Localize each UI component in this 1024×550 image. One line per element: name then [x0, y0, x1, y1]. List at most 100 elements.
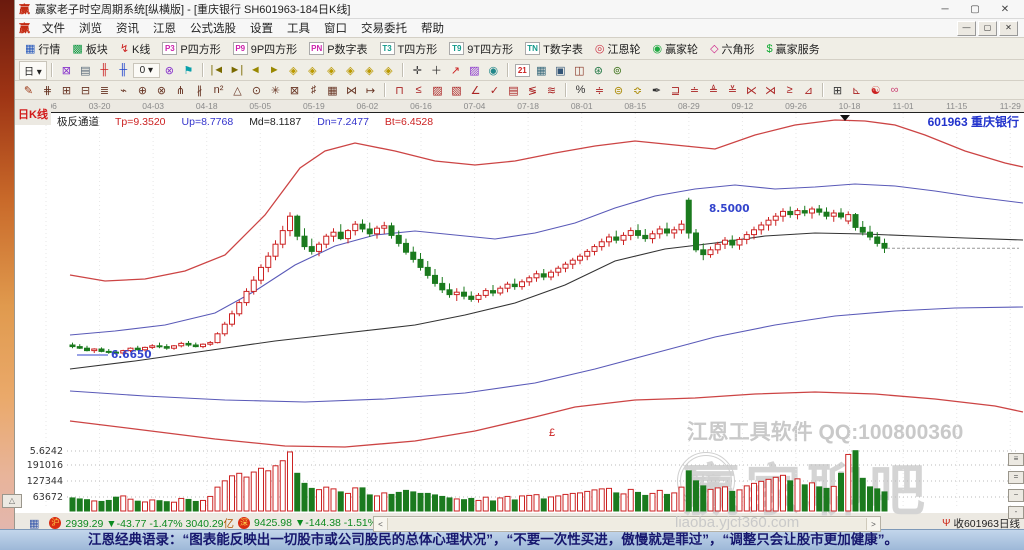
p-number-table-button[interactable]: PN P数字表	[303, 39, 373, 59]
n-square-button[interactable]: n²	[209, 83, 228, 97]
target-tool-button[interactable]: ⊙	[247, 83, 266, 98]
grid-tool-button[interactable]: ▨	[465, 63, 484, 78]
dot-line-button[interactable]: ≐	[685, 83, 704, 98]
gann-fan-lines-button[interactable]: ⋕	[38, 83, 57, 98]
t-number-table-button[interactable]: TN T数字表	[519, 39, 589, 59]
menu-item[interactable]: 浏览	[72, 20, 109, 36]
angle-mark-button[interactable]: ⊾	[847, 83, 866, 98]
parallel-tool-button[interactable]: ∦	[190, 83, 209, 98]
wave-tool-button[interactable]: ⌁	[114, 83, 133, 98]
p-square-button[interactable]: P3 P四方形	[156, 39, 226, 59]
gold-line-button[interactable]: ≎	[628, 83, 647, 98]
bowtie-tool-button[interactable]: ⋈	[342, 83, 361, 98]
infinity-button[interactable]: ∞	[885, 83, 904, 97]
mini-kline-blue-button[interactable]: ╫	[114, 63, 133, 77]
restore-view-button[interactable]: ⊠	[57, 63, 76, 78]
purple-marker-button[interactable]: ⊗	[160, 63, 179, 78]
menu-item[interactable]: 工具	[280, 20, 317, 36]
scroll-right-button[interactable]: >	[867, 520, 880, 529]
winner-service-button[interactable]: $ 赢家服务	[761, 39, 826, 59]
lessgreat-button[interactable]: ≶	[523, 83, 542, 98]
scroll-left-button[interactable]: <	[374, 520, 387, 529]
equal-angle-button[interactable]: ≚	[723, 83, 742, 98]
grid-box-1-button[interactable]: ⊞	[57, 83, 76, 98]
steps-tool-button[interactable]: ≥	[780, 83, 799, 97]
table-grid-button[interactable]: ⊞	[828, 83, 847, 98]
calculator-button[interactable]: ▦	[532, 63, 551, 78]
percent-tool-button[interactable]: %	[571, 83, 590, 97]
check-tool-button[interactable]: ✓	[485, 83, 504, 98]
pane-layout-button-4[interactable]: -	[1008, 506, 1024, 519]
spy-tool-button[interactable]: ◉	[484, 63, 503, 78]
crosshair-button[interactable]: ＋	[427, 61, 446, 79]
circle-cross-button[interactable]: ⊕	[133, 83, 152, 98]
save-disk-button[interactable]: ◫	[570, 63, 589, 78]
pane-layout-button-3[interactable]: −	[1008, 489, 1024, 502]
pen-button[interactable]: ✎	[19, 83, 38, 98]
circle-x-button[interactable]: ⊗	[152, 83, 171, 98]
grid-icon[interactable]: ▦	[29, 517, 39, 530]
box-x-tool-button[interactable]: ⊠	[285, 83, 304, 98]
band-tool-button[interactable]: ⊒	[666, 83, 685, 98]
pan-hand-button[interactable]: ✛	[408, 63, 427, 78]
rows-tool-button[interactable]: ▤	[504, 83, 523, 98]
hexagon-button[interactable]: ◇ 六角形	[704, 39, 760, 59]
map-arrow-button[interactable]: ↦	[361, 83, 380, 98]
gann-diamond-4-button[interactable]: ◈	[341, 63, 360, 78]
menu-item[interactable]: 设置	[243, 20, 280, 36]
delta-line-button[interactable]: ≜	[704, 83, 723, 98]
9t-square-button[interactable]: T9 9T四方形	[443, 39, 519, 59]
flag-marker-button[interactable]: ⚑	[179, 63, 198, 78]
gann-diamond-1-button[interactable]: ◈	[284, 63, 303, 78]
copy-chart-button[interactable]: ▤	[76, 63, 95, 78]
kline-chart-svg[interactable]: 5.6242 191016 127344 63672 6.6650 8.5000 £	[15, 100, 1024, 512]
menu-item[interactable]: 江恩	[146, 20, 183, 36]
percent-line-button[interactable]: ≑	[590, 83, 609, 98]
fork-tool-button[interactable]: ⋔	[171, 83, 190, 98]
close-button[interactable]: ✕	[990, 1, 1020, 18]
menu-item[interactable]: 帮助	[414, 20, 451, 36]
calendar-button[interactable]: 21	[513, 63, 532, 78]
9p-square-button[interactable]: P9 9P四方形	[227, 39, 303, 59]
waves-tool-button[interactable]: ≋	[542, 83, 561, 98]
offset-zero-button[interactable]: 0 ▾	[132, 62, 160, 78]
dense-grid-button[interactable]: ▦	[323, 83, 342, 98]
period-day-button[interactable]: 日 ▾	[19, 60, 47, 80]
restore-button[interactable]: ▢	[960, 1, 990, 18]
grid-box-2-button[interactable]: ⊟	[76, 83, 95, 98]
shade-1-button[interactable]: ▨	[428, 83, 447, 98]
ruler-lines-button[interactable]: ≣	[95, 83, 114, 98]
kline-button[interactable]: ↯ K线	[114, 39, 157, 59]
child-close-button[interactable]: ✕	[999, 20, 1018, 36]
menu-item[interactable]: 窗口	[317, 20, 354, 36]
star-tool-button[interactable]: ✳	[266, 83, 285, 98]
shade-2-button[interactable]: ▧	[447, 83, 466, 98]
join-left-button[interactable]: ⋉	[742, 83, 761, 98]
child-restore-button[interactable]: ▢	[978, 20, 997, 36]
minimize-button[interactable]: ─	[930, 1, 960, 18]
gann-wheel-button[interactable]: ◎ 江恩轮	[589, 39, 647, 59]
terminal-button[interactable]: ▣	[551, 63, 570, 78]
gann-diamond-3-button[interactable]: ◈	[322, 63, 341, 78]
gann-diamond-5-button[interactable]: ◈	[360, 63, 379, 78]
pane-layout-button-1[interactable]: ≡	[1008, 453, 1024, 466]
menu-item[interactable]: 资讯	[109, 20, 146, 36]
net-tool-1-button[interactable]: ⊛	[589, 63, 608, 78]
menu-item[interactable]: 交易委托	[354, 20, 414, 36]
first-bar-button[interactable]: |◄	[208, 63, 227, 77]
gann-diamond-6-button[interactable]: ◈	[379, 63, 398, 78]
prev-bar-button[interactable]: ◄	[246, 63, 265, 77]
menu-item[interactable]: 公式选股	[183, 20, 243, 36]
volume-pane-collapse-button[interactable]: △	[2, 494, 22, 508]
last-bar-button[interactable]: ►|	[227, 63, 246, 77]
chart-horizontal-scrollbar[interactable]: < >	[373, 516, 881, 532]
ray-fan-button[interactable]: ≤	[409, 83, 428, 97]
menu-item[interactable]: 文件	[35, 20, 72, 36]
taiji-button[interactable]: ☯	[866, 83, 885, 98]
next-bar-button[interactable]: ►	[265, 63, 284, 77]
angle-tool-button[interactable]: ∠	[466, 83, 485, 98]
gold-ring-button[interactable]: ⊜	[609, 83, 628, 98]
t-square-button[interactable]: T3 T四方形	[374, 39, 444, 59]
net-tool-2-button[interactable]: ⊚	[608, 63, 627, 78]
frame-tool-button[interactable]: ⊓	[390, 83, 409, 98]
